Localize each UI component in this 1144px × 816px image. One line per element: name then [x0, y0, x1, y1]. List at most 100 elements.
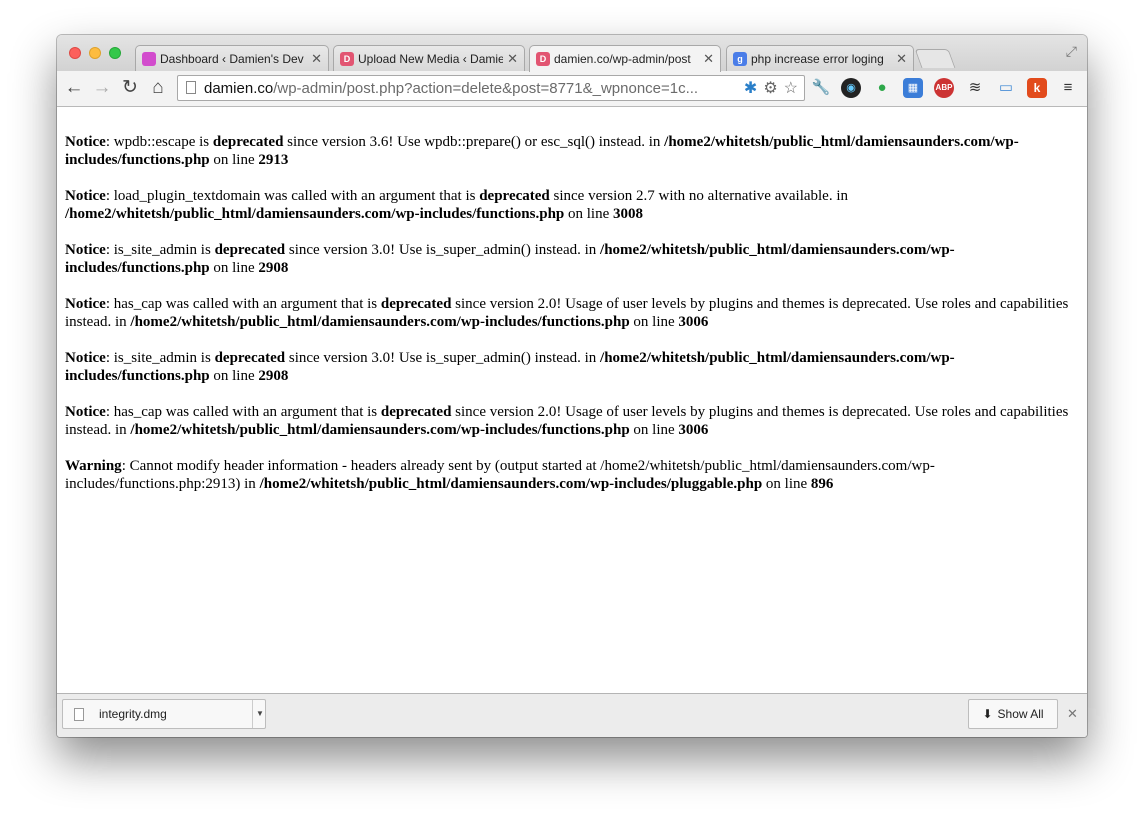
- message-emphasis: Notice: [65, 134, 106, 150]
- browser-window: Dashboard ‹ Damien's Dev ✕ D Upload New …: [57, 35, 1087, 737]
- download-arrow-icon: ⬇: [982, 707, 993, 721]
- settings-gear-icon[interactable]: ⚙: [763, 78, 777, 98]
- message-text: : wpdb::escape is: [105, 134, 213, 150]
- message-emphasis: 2908: [258, 260, 289, 276]
- tab-dashboard[interactable]: Dashboard ‹ Damien's Dev ✕: [135, 45, 329, 71]
- tab-upload-media[interactable]: D Upload New Media ‹ Damie ✕: [333, 45, 525, 71]
- address-bar[interactable]: damien.co/wp-admin/post.php?action=delet…: [177, 75, 805, 101]
- tab-title: Upload New Media ‹ Damie: [358, 51, 504, 66]
- message-text: since version 3.0! Use is_super_admin() …: [285, 350, 601, 366]
- message-emphasis: /home2/whitetsh/public_html/damiensaunde…: [65, 206, 565, 222]
- message-text: since version 2.7 with no alternative av…: [549, 188, 849, 204]
- page-content: Notice: wpdb::escape is deprecated since…: [57, 107, 1087, 693]
- page-icon: [186, 81, 196, 94]
- message-text: on line: [629, 314, 679, 330]
- message-emphasis: Notice: [65, 242, 106, 258]
- error-message: Notice: load_plugin_textdomain was calle…: [65, 187, 1070, 223]
- damien-d-icon: D: [340, 51, 354, 66]
- window-maximize-button[interactable]: [109, 47, 121, 59]
- message-emphasis: /home2/whitetsh/public_html/damiensaunde…: [130, 422, 630, 438]
- home-icon[interactable]: ⌂: [147, 77, 169, 99]
- close-icon[interactable]: ✕: [703, 51, 714, 67]
- new-tab-button[interactable]: [914, 49, 956, 68]
- forward-arrow-icon[interactable]: →: [91, 77, 113, 99]
- google-icon: g: [733, 51, 747, 66]
- message-emphasis: /home2/whitetsh/public_html/damiensaunde…: [130, 314, 630, 330]
- reload-icon[interactable]: ↻: [119, 77, 141, 99]
- tab-title: damien.co/wp-admin/post: [554, 52, 691, 66]
- tab-post-delete[interactable]: D damien.co/wp-admin/post ✕: [529, 45, 721, 72]
- error-message: Notice: is_site_admin is deprecated sinc…: [65, 349, 1070, 385]
- message-emphasis: deprecated: [214, 242, 286, 258]
- message-emphasis: 3006: [678, 314, 709, 330]
- damien-d-icon: D: [536, 52, 550, 66]
- message-emphasis: 3006: [678, 422, 709, 438]
- browser-toolbar: ← → ↻ ⌂ damien.co/wp-admin/post.php?acti…: [57, 71, 1087, 107]
- message-emphasis: 896: [810, 476, 834, 492]
- adblock-plus-icon[interactable]: ABP: [934, 78, 954, 98]
- message-text: : load_plugin_textdomain was called with…: [105, 188, 480, 204]
- show-all-label: Show All: [997, 707, 1044, 721]
- message-emphasis: deprecated: [380, 404, 452, 420]
- tab-php-search[interactable]: g php increase error loging ✕: [726, 45, 914, 71]
- buffer-icon[interactable]: ≋: [965, 78, 985, 98]
- message-emphasis: Notice: [65, 188, 106, 204]
- message-text: on line: [209, 152, 259, 168]
- message-emphasis: deprecated: [212, 134, 284, 150]
- wrench-icon[interactable]: 🔧: [811, 78, 831, 98]
- message-emphasis: Notice: [65, 296, 106, 312]
- bookmark-star-icon[interactable]: ☆: [784, 78, 798, 98]
- download-item[interactable]: integrity.dmg ▼: [62, 699, 266, 729]
- message-text: : has_cap was called with an argument th…: [105, 296, 381, 312]
- close-icon[interactable]: ✕: [507, 51, 518, 67]
- message-emphasis: 3008: [613, 206, 644, 222]
- blocked-content-icon[interactable]: ✱: [744, 78, 757, 98]
- tab-title: php increase error loging: [751, 51, 884, 66]
- klout-icon[interactable]: k: [1027, 78, 1047, 98]
- message-text: on line: [762, 476, 811, 492]
- omnibox-actions: ✱ ⚙ ☆: [744, 78, 798, 98]
- message-text: : is_site_admin is: [105, 350, 215, 366]
- message-text: on line: [209, 260, 259, 276]
- message-text: on line: [209, 368, 259, 384]
- message-emphasis: Notice: [65, 404, 106, 420]
- download-filename: integrity.dmg: [99, 707, 167, 721]
- error-message: Notice: wpdb::escape is deprecated since…: [65, 133, 1070, 169]
- url-host: damien.co: [204, 80, 274, 97]
- error-message: Notice: has_cap was called with an argum…: [65, 295, 1070, 331]
- address-text[interactable]: damien.co/wp-admin/post.php?action=delet…: [204, 80, 726, 97]
- message-emphasis: deprecated: [479, 188, 550, 204]
- message-text: since version 3.0! Use is_super_admin() …: [285, 242, 601, 258]
- close-icon[interactable]: ✕: [311, 51, 322, 67]
- message-emphasis: deprecated: [214, 350, 286, 366]
- tab-title: Dashboard ‹ Damien's Dev: [160, 51, 304, 66]
- error-message: Notice: is_site_admin is deprecated sinc…: [65, 241, 1070, 277]
- calendar-icon[interactable]: ▦: [903, 78, 923, 98]
- window-minimize-button[interactable]: [89, 47, 101, 59]
- close-download-bar-icon[interactable]: ✕: [1067, 706, 1078, 722]
- message-text: on line: [629, 422, 679, 438]
- window-close-button[interactable]: [69, 47, 81, 59]
- title-bar: Dashboard ‹ Damien's Dev ✕ D Upload New …: [57, 35, 1087, 72]
- hangouts-icon[interactable]: ●: [872, 78, 892, 98]
- message-text: : has_cap was called with an argument th…: [105, 404, 381, 420]
- message-emphasis: deprecated: [380, 296, 452, 312]
- message-text: since version 3.6! Use wpdb::prepare() o…: [283, 134, 665, 150]
- chevron-down-icon[interactable]: ▼: [252, 700, 267, 728]
- menu-icon[interactable]: ≡: [1058, 78, 1078, 98]
- message-text: : is_site_admin is: [105, 242, 215, 258]
- show-all-button[interactable]: ⬇ Show All: [968, 699, 1058, 729]
- message-emphasis: /home2/whitetsh/public_html/damiensaunde…: [259, 476, 763, 492]
- folder-icon[interactable]: ▭: [996, 78, 1016, 98]
- color-picker-icon[interactable]: ◉: [841, 78, 861, 98]
- download-bar: integrity.dmg ▼ ⬇ Show All ✕: [57, 693, 1087, 737]
- message-emphasis: 2913: [258, 152, 289, 168]
- close-icon[interactable]: ✕: [896, 51, 907, 67]
- message-emphasis: 2908: [258, 368, 289, 384]
- back-arrow-icon[interactable]: ←: [63, 77, 85, 99]
- message-emphasis: Notice: [65, 350, 106, 366]
- error-message: Notice: has_cap was called with an argum…: [65, 403, 1070, 439]
- fullscreen-icon[interactable]: ⤢: [1066, 43, 1077, 60]
- error-message: Warning: Cannot modify header informatio…: [65, 457, 1070, 493]
- wordpress-purple-icon: [142, 51, 156, 66]
